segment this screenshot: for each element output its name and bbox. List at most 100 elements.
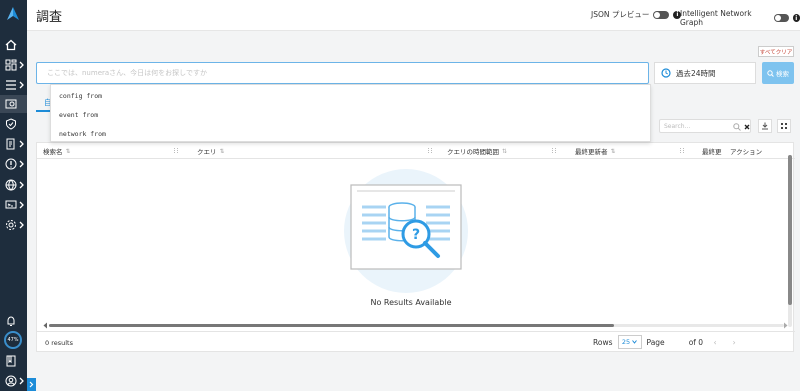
- json-preview-toggle-group: JSON プレビュー i: [591, 9, 682, 20]
- time-range-label: 過去24時間: [676, 68, 716, 78]
- sidebar-item-docs[interactable]: [0, 352, 27, 370]
- suggestion-item[interactable]: event from: [51, 107, 650, 123]
- network-graph-label: Intelligent Network Graph: [680, 9, 752, 27]
- column-header-search-name[interactable]: 検索名 ⇅: [43, 143, 71, 159]
- chevron-right-icon: [19, 377, 24, 385]
- sidebar-item-policies[interactable]: [0, 115, 27, 133]
- query-input[interactable]: [37, 63, 648, 83]
- sidebar-item-compute[interactable]: [0, 196, 27, 214]
- horizontal-scrollbar[interactable]: [43, 321, 788, 329]
- column-label: 最終更: [702, 148, 722, 156]
- compute-icon: [5, 200, 17, 209]
- vertical-scrollbar[interactable]: [788, 155, 792, 327]
- search-icon: [733, 123, 741, 131]
- svg-text:?: ?: [412, 227, 420, 243]
- sidebar-item-alerts[interactable]: [0, 155, 27, 173]
- query-suggestions: config from event from network from: [50, 84, 651, 142]
- sidebar-item-notifications[interactable]: [0, 312, 27, 330]
- shield-icon: [6, 118, 16, 130]
- saved-searches-table: 検索名 ⇅ クエリ ⇅ クエリの時間範囲 ⇅ 最終更新者 ⇅ 最終更 アクション ? N…: [36, 142, 795, 353]
- gear-icon: [6, 220, 16, 230]
- query-search-field[interactable]: [36, 62, 649, 84]
- chevron-right-icon: [19, 221, 24, 229]
- compliance-icon: [6, 138, 15, 150]
- clock-icon: [661, 68, 671, 78]
- json-preview-label: JSON プレビュー: [591, 10, 650, 19]
- sort-icon: ⇅: [219, 147, 225, 155]
- suggestion-item[interactable]: config from: [51, 88, 650, 104]
- download-button[interactable]: [758, 119, 772, 133]
- column-label: アクション: [730, 148, 763, 156]
- scroll-right-icon[interactable]: [783, 322, 788, 329]
- column-label: クエリの時間範囲: [447, 148, 499, 156]
- column-header-last-modified-by[interactable]: 最終更新者 ⇅: [575, 143, 616, 159]
- column-label: 最終更新者: [575, 148, 608, 156]
- column-header-query[interactable]: クエリ ⇅: [197, 143, 225, 159]
- column-header-time-range[interactable]: クエリの時間範囲 ⇅: [447, 143, 507, 159]
- info-icon[interactable]: i: [792, 14, 800, 22]
- table-header: 検索名 ⇅ クエリ ⇅ クエリの時間範囲 ⇅ 最終更新者 ⇅ 最終更 アクション: [37, 143, 795, 159]
- sidebar-item-compliance[interactable]: [0, 135, 27, 153]
- table-search-input[interactable]: [660, 120, 730, 132]
- sidebar: 47%: [0, 0, 27, 391]
- sidebar-item-profile[interactable]: [0, 372, 27, 390]
- drag-handle-icon[interactable]: [173, 147, 179, 155]
- usage-gauge[interactable]: 47%: [4, 331, 22, 349]
- home-icon: [5, 39, 17, 51]
- sidebar-item-settings[interactable]: [0, 216, 27, 234]
- sort-icon: ⇅: [65, 147, 71, 155]
- table-footer: 0 results Rows 25 Page of 0 ‹ ›: [37, 331, 795, 353]
- column-header-last-modified[interactable]: 最終更: [702, 143, 722, 159]
- page-number-input[interactable]: [670, 335, 684, 349]
- close-icon[interactable]: [744, 124, 750, 130]
- expand-sidebar-button[interactable]: [27, 378, 36, 391]
- chevron-right-icon: [29, 381, 34, 388]
- scrollbar-thumb[interactable]: [49, 324, 614, 327]
- rows-label: Rows: [593, 337, 613, 347]
- user-icon: [5, 375, 17, 387]
- clear-all-button[interactable]: すべてクリア: [758, 46, 794, 57]
- search-button-label: 検索: [776, 70, 789, 78]
- column-label: 検索名: [43, 148, 63, 156]
- drag-handle-icon[interactable]: [551, 147, 557, 155]
- network-icon: [5, 179, 17, 191]
- sidebar-item-dashboard[interactable]: [0, 56, 27, 74]
- chevron-right-icon: [19, 160, 24, 168]
- prisma-logo[interactable]: [4, 6, 22, 24]
- drag-handle-icon[interactable]: [427, 147, 433, 155]
- chevron-right-icon: [19, 61, 24, 69]
- scrollbar-thumb[interactable]: [788, 155, 792, 305]
- column-settings-button[interactable]: [777, 119, 791, 133]
- alert-icon: [5, 158, 17, 170]
- page-total: of 0: [688, 337, 704, 347]
- next-page-button[interactable]: ›: [727, 335, 741, 349]
- sidebar-item-network[interactable]: [0, 176, 27, 194]
- list-icon: [6, 80, 16, 90]
- book-icon: [6, 355, 16, 367]
- search-icon: [767, 69, 774, 77]
- sidebar-item-investigate[interactable]: [0, 95, 27, 113]
- chevron-right-icon: [19, 201, 24, 209]
- drag-handle-icon[interactable]: [679, 147, 685, 155]
- prev-page-button[interactable]: ‹: [708, 335, 722, 349]
- table-search-field[interactable]: [659, 119, 751, 133]
- sidebar-item-list[interactable]: [0, 76, 27, 94]
- no-results-illustration: ?: [344, 169, 468, 293]
- network-graph-toggle-group: Intelligent Network Graph i: [680, 9, 800, 27]
- column-header-actions: アクション: [730, 143, 762, 159]
- sidebar-item-home[interactable]: [0, 36, 27, 54]
- scroll-left-icon[interactable]: [43, 322, 48, 329]
- rows-per-page-select[interactable]: 25: [617, 335, 642, 349]
- page-label: Page: [646, 337, 665, 347]
- time-range-selector[interactable]: 過去24時間: [654, 62, 756, 84]
- results-count: 0 results: [45, 339, 73, 347]
- chevron-right-icon: [19, 140, 24, 148]
- json-preview-toggle[interactable]: [653, 10, 670, 19]
- bell-icon: [7, 316, 15, 326]
- search-button[interactable]: 検索: [762, 62, 794, 84]
- suggestion-item[interactable]: network from: [51, 126, 650, 142]
- network-graph-toggle[interactable]: [773, 14, 789, 22]
- grid-icon: [781, 123, 787, 129]
- dashboard-icon: [5, 59, 17, 71]
- rows-value: 25: [621, 338, 631, 346]
